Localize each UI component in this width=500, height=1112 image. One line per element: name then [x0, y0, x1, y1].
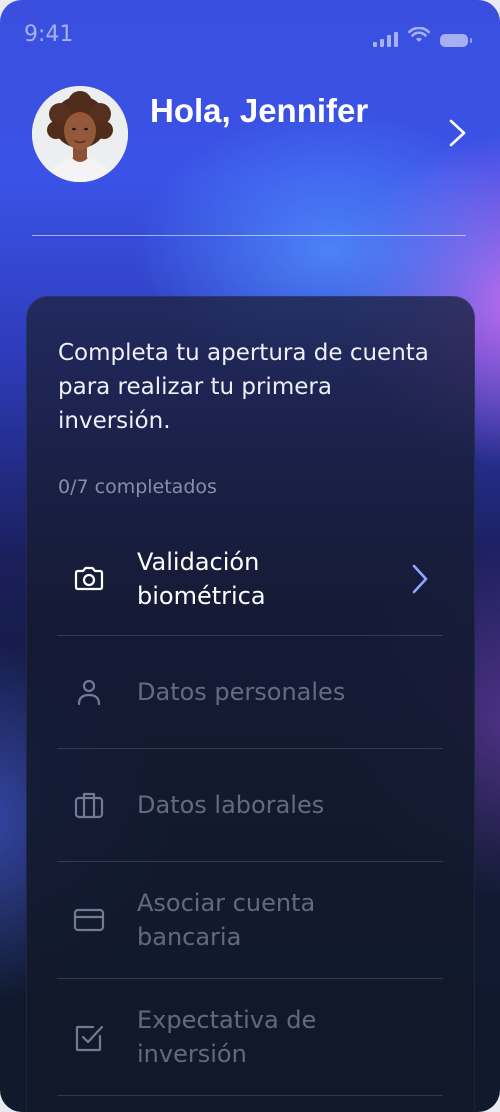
step-label: Validación biométrica — [137, 548, 266, 610]
steps-list: Validación biométrica Datos personales D… — [57, 523, 443, 1096]
checkbox-icon — [71, 1019, 107, 1055]
step-personal-data[interactable]: Datos personales — [57, 636, 443, 749]
progress-counter: 0/7 completados — [58, 476, 217, 498]
chevron-right-icon — [405, 563, 433, 595]
header: Hola, Jennifer — [0, 80, 500, 190]
header-divider — [32, 235, 466, 236]
credit-card-icon — [71, 902, 107, 938]
card-message: Completa tu apertura de cuenta para real… — [58, 340, 429, 434]
wifi-icon — [408, 26, 430, 47]
camera-icon — [71, 561, 107, 597]
user-icon — [71, 674, 107, 710]
step-employment-data[interactable]: Datos laborales — [57, 749, 443, 862]
step-label: Expectativa de inversión — [137, 1006, 317, 1068]
cellular-signal-icon — [373, 31, 398, 47]
chevron-right-icon[interactable] — [440, 116, 474, 150]
step-investment-expectation[interactable]: Expectativa de inversión — [57, 979, 443, 1096]
phone-screen: 9:41 Hola, Jennifer Completa tu apertura… — [0, 0, 500, 1112]
battery-icon — [440, 34, 472, 47]
status-bar: 9:41 — [0, 0, 500, 70]
status-icons — [373, 26, 472, 47]
status-time: 9:41 — [24, 22, 74, 47]
greeting-title: Hola, Jennifer — [150, 92, 369, 129]
step-biometric-validation[interactable]: Validación biométrica — [57, 523, 443, 636]
step-label: Datos personales — [137, 678, 346, 706]
briefcase-icon — [71, 787, 107, 823]
onboarding-card: Completa tu apertura de cuenta para real… — [26, 296, 475, 1112]
step-label: Asociar cuenta bancaria — [137, 889, 316, 951]
step-link-bank-account[interactable]: Asociar cuenta bancaria — [57, 862, 443, 979]
step-label: Datos laborales — [137, 791, 325, 819]
user-avatar[interactable] — [32, 86, 128, 182]
